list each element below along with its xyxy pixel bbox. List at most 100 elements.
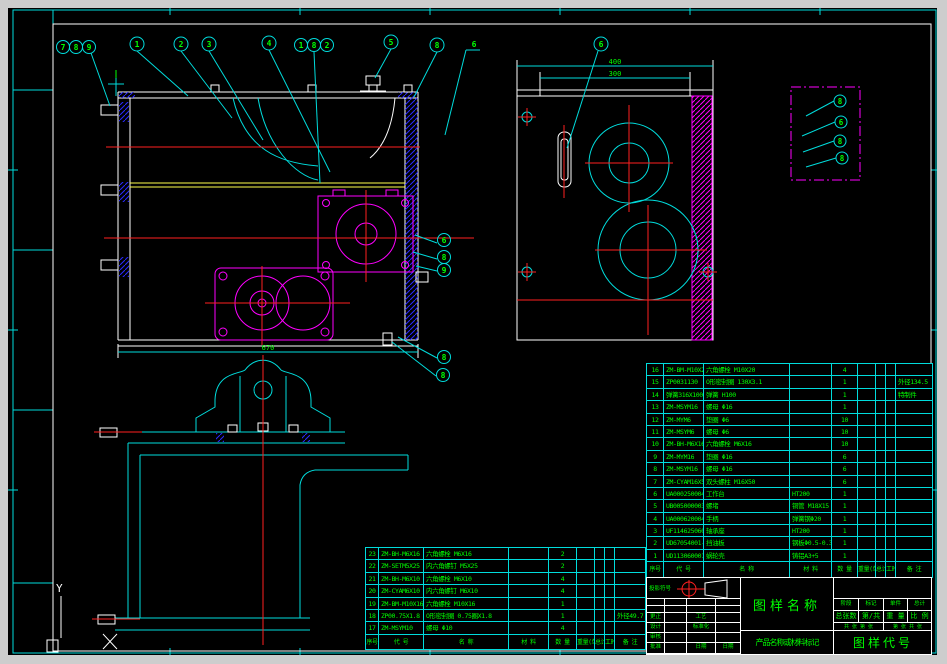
bom-cell-material xyxy=(790,463,832,476)
svg-text:8: 8 xyxy=(312,41,317,50)
signature-cell xyxy=(665,633,687,643)
signature-cell xyxy=(647,599,665,606)
info-cell: 标记 xyxy=(859,599,884,611)
signature-cell xyxy=(665,643,687,654)
bom-cell-weight-total xyxy=(876,487,886,501)
svg-text:Y: Y xyxy=(56,582,63,595)
bom-cell-material: 钢板Φ0.5-0.3 xyxy=(790,537,832,550)
bom-cell-weight-total xyxy=(876,450,886,464)
info-cell: 总张数 xyxy=(834,611,859,623)
bom-cell-name: 蜗轮壳 xyxy=(704,549,790,563)
bom-cell-name: 六角螺栓 M6X10 xyxy=(424,572,509,586)
bom-cell-material xyxy=(509,597,549,610)
bom-cell-hours xyxy=(886,364,896,377)
bom-cell-hours xyxy=(886,463,896,476)
svg-text:8: 8 xyxy=(74,43,79,52)
bom-cell-weight-unit xyxy=(858,364,876,377)
bom-cell-weight-total xyxy=(876,401,886,414)
svg-text:8: 8 xyxy=(838,97,843,106)
bom-cell-qty: 1 xyxy=(832,487,858,501)
bom-cell-weight-unit xyxy=(858,388,876,402)
wall-section-hatch xyxy=(691,95,713,341)
bom-cell-hours xyxy=(886,376,896,389)
bom-cell-name: 六角螺栓 M6X16 xyxy=(424,548,509,561)
bom-cell-remark xyxy=(896,463,933,476)
bom-cell-remark: 外径49.7 xyxy=(615,609,646,623)
bom-cell-code: ZM-MYM6 xyxy=(664,413,704,426)
bom-cell-weight-total xyxy=(876,413,886,426)
bom-cell-code: ZM-MSYM6 xyxy=(664,425,704,439)
bom-cell-remark xyxy=(615,560,646,573)
bom-cell-code: ZM-SETM5X25 xyxy=(379,560,424,573)
signature-cell xyxy=(716,599,741,606)
section-hatch xyxy=(398,92,417,98)
bom-cell-weight-unit xyxy=(858,413,876,426)
bom-cell-remark xyxy=(896,413,933,426)
projection-symbol-cell: 投影符号 xyxy=(647,578,741,599)
bom-cell-code: ZM-MSYM16 xyxy=(664,401,704,414)
bottom-view xyxy=(92,355,409,645)
bom-cell-no: 7 xyxy=(647,475,664,488)
bom-cell-name: 内六角螺钉 M6X10 xyxy=(424,585,509,598)
bom-cell-remark xyxy=(615,572,646,586)
motor-unit xyxy=(214,267,334,341)
bom-cell-hours xyxy=(886,537,896,550)
bom-cell-weight-unit xyxy=(577,597,595,610)
bom-cell-qty: 1 xyxy=(832,537,858,550)
bom-cell-no: 14 xyxy=(647,388,664,402)
info-row-3: 共 张 第 张 第 张 共 张 xyxy=(834,623,932,631)
svg-text:6: 6 xyxy=(599,40,604,49)
bom-cell-qty: 10 xyxy=(832,438,858,451)
bom-cell-code: ZM-MSYM16 xyxy=(664,463,704,476)
bom-cell-material xyxy=(790,364,832,377)
bom-cell-name: 六角螺栓 M10X20 xyxy=(704,364,790,377)
bom-header: 材 料 xyxy=(790,562,832,578)
bom-cell-no: 8 xyxy=(647,463,664,476)
bom-cell-hours xyxy=(886,438,896,451)
bom-cell-weight-unit xyxy=(858,487,876,501)
bom-cell-material xyxy=(790,425,832,439)
drawing-code: 图样代号 xyxy=(852,636,913,650)
bom-cell-no: 5 xyxy=(647,500,664,513)
bom-cell-code: ZM-BH-M6X16 xyxy=(664,438,704,451)
bom-cell-name: 手柄 xyxy=(704,512,790,526)
bom-cell-weight-total xyxy=(876,425,886,439)
svg-text:6: 6 xyxy=(839,118,844,127)
bom-cell-remark: 外径134.5 xyxy=(896,376,933,389)
bom-cell-code: ZM-BH-M6X10 xyxy=(379,572,424,586)
bom-cell-remark xyxy=(896,475,933,488)
bom-cell-weight-total xyxy=(876,475,886,488)
info-cell: 阶段 xyxy=(834,599,859,611)
bom-cell-weight-total xyxy=(876,500,886,513)
bom-header: 数 量 xyxy=(549,634,577,651)
svg-text:8: 8 xyxy=(435,41,440,50)
bom-cell-weight-unit xyxy=(577,609,595,623)
bom-cell-code: UA000620004-01 xyxy=(664,512,704,526)
bom-cell-no: 19 xyxy=(366,597,379,610)
bom-cell-weight-total xyxy=(595,597,605,610)
bom-cell-weight-unit xyxy=(858,425,876,439)
signature-cell: 日期 xyxy=(716,643,741,654)
bom-cell-no: 2 xyxy=(647,537,664,550)
cad-drawing-canvas: 670 7 8 9 1 2 3 4 1 8 2 5 8 6 6 8 9 8 8 … xyxy=(0,0,947,664)
signature-cell: 更正 xyxy=(647,613,665,623)
signature-cell: 批准 xyxy=(647,643,665,654)
bom-cell-qty: 2 xyxy=(549,560,577,573)
bom-cell-code: ZP00.75X1.8 xyxy=(379,609,424,623)
bom-header: 序号 xyxy=(366,634,379,651)
bom-cell-hours xyxy=(886,525,896,538)
window-edge-right xyxy=(937,0,947,664)
bom-cell-name: 内六角螺钉 M5X25 xyxy=(424,560,509,573)
bom-cell-no: 23 xyxy=(366,548,379,561)
main-assembly-view: 670 xyxy=(100,70,474,358)
svg-text:9: 9 xyxy=(87,43,92,52)
signature-cell: 日期 xyxy=(687,643,716,654)
bom-cell-name: 六角螺栓 M6X16 xyxy=(704,438,790,451)
bom-cell-weight-total xyxy=(876,549,886,563)
projection-label: 投影符号 xyxy=(649,584,672,592)
bom-cell-no: 9 xyxy=(647,450,664,464)
bom-cell-no: 3 xyxy=(647,525,664,538)
signature-cell xyxy=(687,606,716,613)
bom-cell-weight-total xyxy=(876,525,886,538)
bom-cell-weight-total xyxy=(876,463,886,476)
